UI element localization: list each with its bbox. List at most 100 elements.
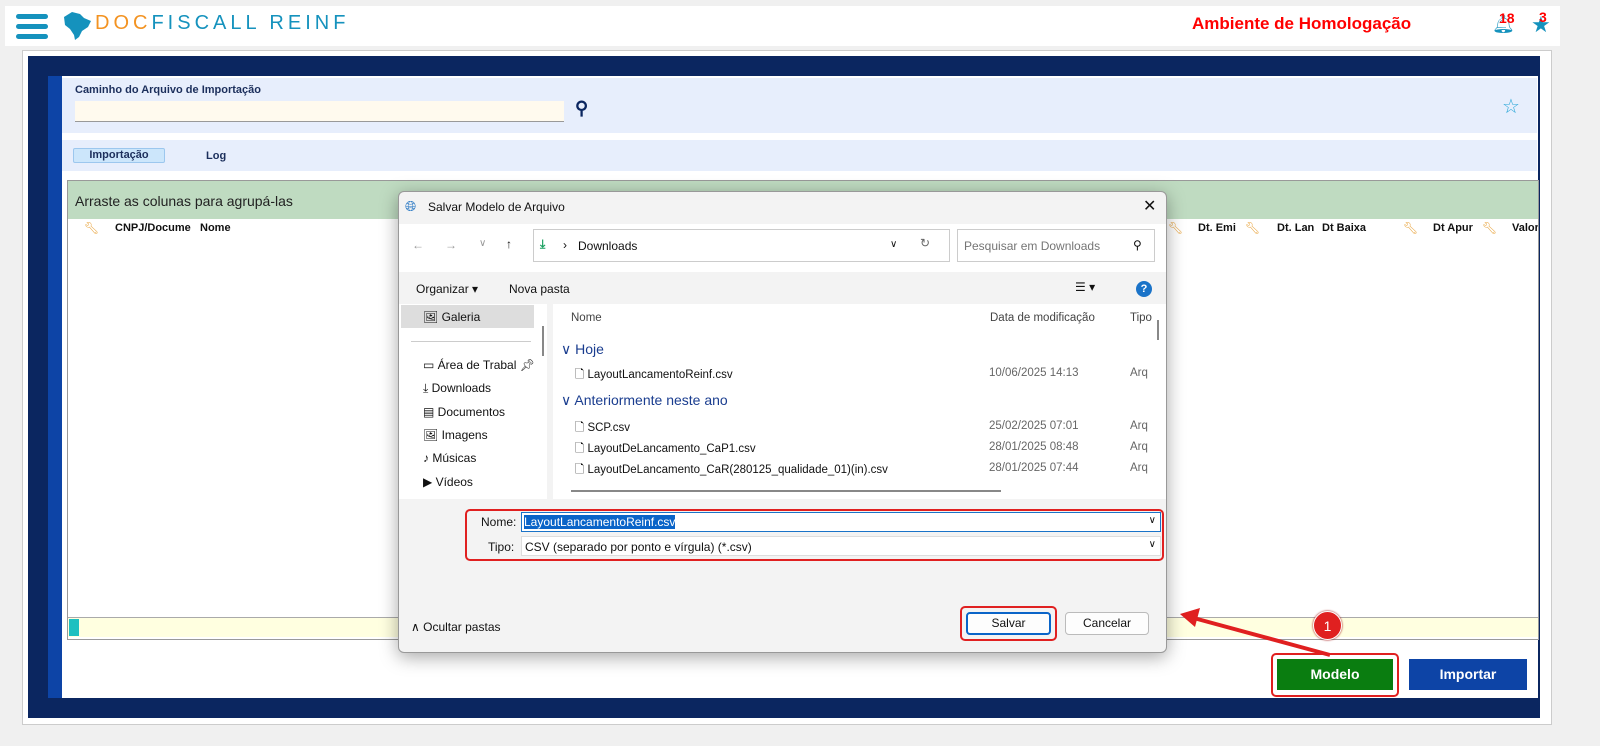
breadcrumb-separator-icon: › (563, 238, 567, 252)
wrench-icon[interactable]: 🔧︎ (1168, 221, 1183, 235)
favorites-badge: 3 (1539, 9, 1547, 25)
name-label: Nome: (481, 515, 517, 529)
column-valor[interactable]: Valor (1512, 222, 1538, 234)
save-button[interactable]: Salvar (966, 612, 1051, 635)
column-cnpj[interactable]: CNPJ/Docume (115, 222, 195, 234)
address-chevron-icon[interactable]: ∨ (890, 239, 897, 250)
help-icon[interactable]: ? (1136, 281, 1152, 297)
progress-indicator (69, 619, 79, 636)
column-nome[interactable]: Nome (200, 222, 231, 234)
column-dt-lancamento[interactable]: Dt. Lan (1277, 222, 1317, 234)
column-header-date[interactable]: Data de modificação (990, 312, 1095, 324)
type-label: Tipo: (488, 540, 515, 554)
sidebar-item-videos[interactable]: ▶ Vídeos (423, 475, 473, 489)
app-logo: DOCFISCALL REINF (95, 12, 349, 35)
label: Área de Trabal (437, 358, 517, 372)
path-label: Caminho do Arquivo de Importação (75, 84, 261, 96)
file-name: LayoutDeLancamento_CaR(280125_qualidade_… (587, 464, 888, 476)
group-hoje[interactable]: ∨ Hoje (561, 341, 604, 358)
sidebar-item-musicas[interactable]: ♪ Músicas (423, 451, 476, 465)
horizontal-scrollbar[interactable] (571, 490, 1001, 492)
label: Músicas (432, 451, 477, 465)
notifications-badge: 18 (1499, 10, 1515, 26)
wrench-icon[interactable]: 🔧︎ (1403, 221, 1418, 235)
hide-folders-label: Ocultar pastas (423, 620, 501, 634)
view-menu-icon[interactable]: ☰ ▾ (1075, 280, 1095, 294)
modelo-button[interactable]: Modelo (1277, 659, 1393, 690)
globe-icon: 🌐︎ (405, 198, 417, 214)
file-name-value: LayoutLancamentoReinf.csv (524, 515, 676, 529)
group-label: Hoje (575, 341, 604, 357)
sidebar-item-imagens[interactable]: 🖼︎ Imagens (423, 428, 488, 442)
search-icon[interactable]: ⚲ (1133, 238, 1142, 252)
file-icon: 🗋 (575, 443, 585, 455)
download-icon: ⤓ (540, 237, 546, 251)
hide-folders-toggle[interactable]: ∧ Ocultar pastas (411, 620, 501, 634)
sidebar-item-downloads[interactable]: ⤓ Downloads (423, 381, 491, 396)
path-input[interactable] (75, 101, 564, 122)
group-label: Anteriormente neste ano (574, 392, 728, 408)
search-downloads-input[interactable] (957, 229, 1155, 262)
file-date: 28/01/2025 07:44 (989, 462, 1079, 474)
sidebar-item-galeria[interactable]: 🖼︎ Galeria (423, 310, 480, 324)
recent-chevron-icon[interactable]: ∨ (479, 238, 486, 249)
file-row[interactable]: 🗋 LayoutLancamentoReinf.csv 10/06/2025 14… (575, 367, 1155, 386)
vertical-scrollbar[interactable] (1157, 320, 1159, 340)
chevron-down-icon[interactable]: ∨ (1149, 539, 1156, 550)
column-header-nome[interactable]: Nome (571, 312, 602, 324)
sidebar-item-documentos[interactable]: ▤ Documentos (423, 405, 505, 419)
annotation-1: 1 (1313, 611, 1342, 640)
label: Imagens (441, 428, 488, 442)
file-date: 25/02/2025 07:01 (989, 420, 1079, 432)
file-row[interactable]: 🗋 LayoutDeLancamento_CaP1.csv 28/01/2025 … (575, 441, 1155, 460)
logo-part1: DOC (95, 12, 152, 34)
tab-log[interactable]: Log (206, 150, 226, 162)
file-type-select[interactable]: CSV (separado por ponto e vírgula) (*.cs… (521, 536, 1161, 556)
file-type: Arq (1130, 441, 1148, 453)
organize-label: Organizar (416, 282, 469, 296)
environment-label: Ambiente de Homologação (1192, 14, 1412, 33)
wrench-icon[interactable]: 🔧︎ (1482, 221, 1497, 235)
search-icon[interactable]: ⚲ (575, 98, 588, 119)
file-name: SCP.csv (587, 422, 631, 434)
back-icon[interactable]: ← (412, 238, 424, 252)
file-date: 28/01/2025 08:48 (989, 441, 1079, 453)
column-dt-emissao[interactable]: Dt. Emi (1198, 222, 1238, 234)
dialog-title: Salvar Modelo de Arquivo (428, 200, 565, 214)
label: Vídeos (435, 475, 473, 489)
file-type: Arq (1130, 367, 1148, 379)
address-bar[interactable]: ⤓ › Downloads ∨ ↻ (533, 229, 950, 262)
file-date: 10/06/2025 14:13 (989, 367, 1079, 379)
organize-menu[interactable]: Organizar ▾ (416, 282, 478, 296)
chevron-down-icon[interactable]: ∨ (1149, 515, 1156, 526)
forward-icon[interactable]: → (445, 238, 457, 252)
wrench-icon[interactable]: 🔧︎ (84, 221, 99, 235)
importar-button[interactable]: Importar (1409, 659, 1527, 690)
wrench-icon[interactable]: 🔧︎ (1245, 221, 1260, 235)
sidebar-scrollbar[interactable] (542, 326, 544, 356)
label: Documentos (437, 405, 506, 419)
file-name: LayoutLancamentoReinf.csv (587, 369, 733, 381)
breadcrumb[interactable]: Downloads (578, 239, 637, 253)
file-icon: 🗋 (575, 464, 585, 476)
file-name: LayoutDeLancamento_CaP1.csv (587, 443, 756, 455)
file-type-value: CSV (separado por ponto e vírgula) (*.cs… (525, 540, 752, 554)
group-anteriormente[interactable]: ∨ Anteriormente neste ano (561, 392, 728, 409)
favorite-star-icon[interactable]: ☆ (1502, 94, 1520, 119)
file-name-input[interactable]: LayoutLancamentoReinf.csv ∨ (521, 512, 1161, 532)
new-folder-button[interactable]: Nova pasta (509, 282, 570, 296)
column-dt-apuracao[interactable]: Dt Apur (1433, 222, 1473, 234)
refresh-icon[interactable]: ↻ (920, 236, 930, 250)
label: Galeria (441, 310, 481, 324)
sidebar-item-desktop[interactable]: ▭ Área de Trabal 📌︎ (423, 358, 535, 372)
up-icon[interactable]: ↑ (506, 237, 512, 251)
column-dt-baixa[interactable]: Dt Baixa (1322, 222, 1366, 234)
menu-icon[interactable] (0, 0, 60, 45)
close-icon[interactable]: ✕ (1143, 196, 1156, 216)
cancel-button[interactable]: Cancelar (1065, 612, 1149, 635)
tab-importacao[interactable]: Importação (73, 148, 165, 163)
file-row[interactable]: 🗋 SCP.csv 25/02/2025 07:01 Arq (575, 420, 1155, 439)
file-row[interactable]: 🗋 LayoutDeLancamento_CaR(280125_qualidad… (575, 462, 1155, 481)
path-section: Caminho do Arquivo de Importação ⚲ ☆ (62, 78, 1537, 133)
column-header-type[interactable]: Tipo (1130, 312, 1155, 324)
